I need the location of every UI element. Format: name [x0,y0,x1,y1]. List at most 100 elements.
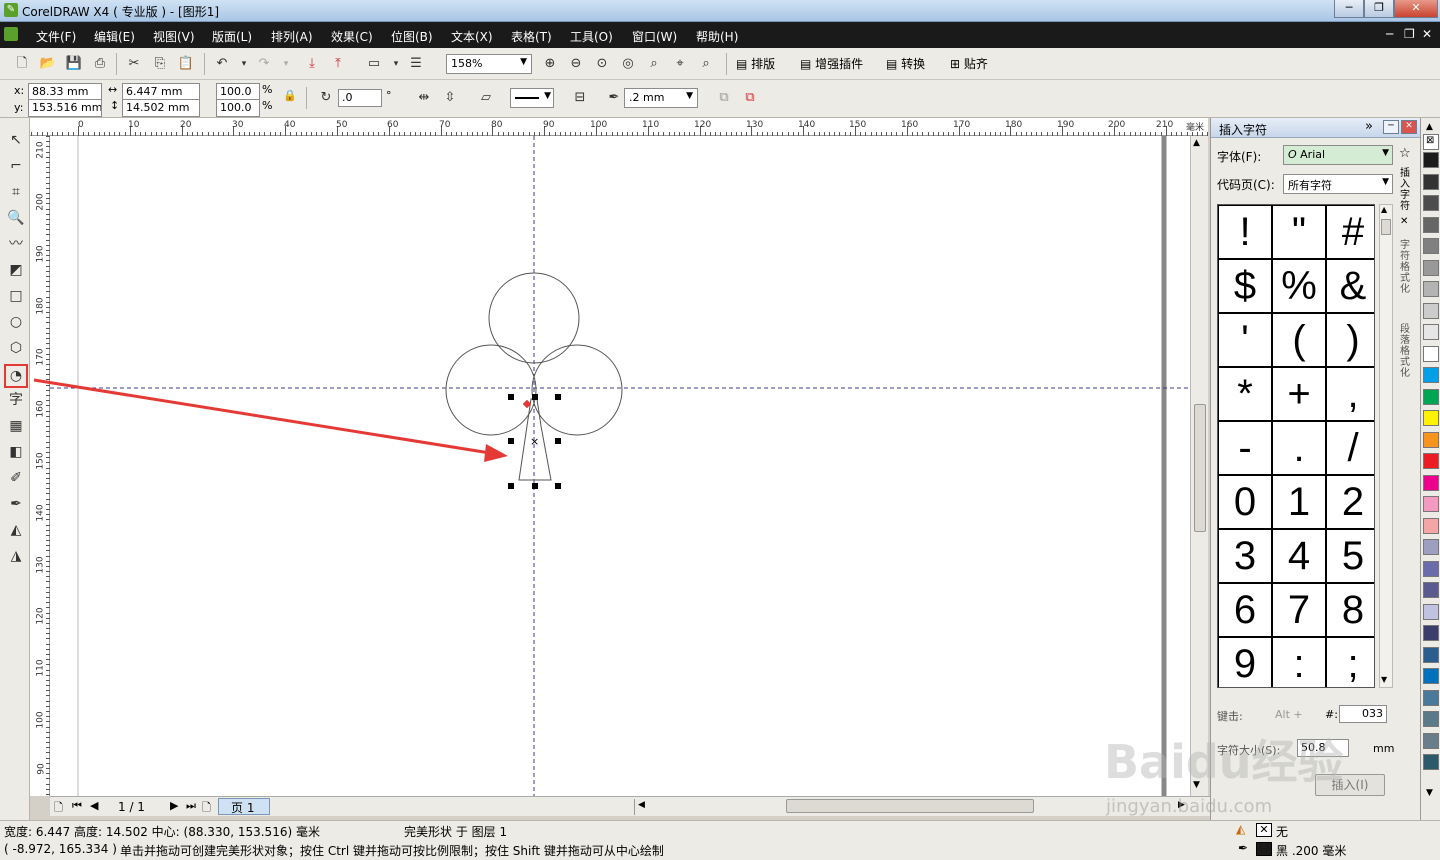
character-grid[interactable]: ! " # $ % & ' ( ) * + , - . / 0 1 2 3 4 … [1217,204,1375,688]
color-swatch[interactable] [1423,431,1439,448]
char-cell[interactable]: 5 [1326,529,1374,583]
char-cell[interactable]: 0 [1218,475,1272,529]
fill-tool-icon[interactable]: ◭ [6,520,26,540]
basic-shapes-tool-icon[interactable]: ◔ [4,364,28,388]
eyedropper-tool-icon[interactable]: ✐ [6,468,26,488]
import-icon[interactable]: ⤓ [302,54,322,74]
color-swatch[interactable] [1423,281,1439,297]
scrollbar-thumb[interactable] [1381,219,1391,235]
menu-window[interactable]: 窗口(W) [632,28,677,45]
doc-restore-icon[interactable]: ❐ [1404,27,1415,41]
char-cell[interactable]: - [1218,421,1272,475]
font-select[interactable]: O Arial ▼ [1283,145,1393,165]
menu-table[interactable]: 表格(T) [511,28,552,45]
char-cell[interactable]: 6 [1218,583,1272,637]
maximize-button[interactable]: ❐ [1364,0,1394,18]
plugin-button[interactable]: ▤ 增强插件 [800,55,863,72]
selection-handle[interactable] [555,438,561,444]
menu-layout[interactable]: 版面(L) [212,28,252,45]
char-cell[interactable]: ; [1326,637,1374,687]
new-icon[interactable]: 🗋 [12,54,32,74]
color-swatch[interactable] [1423,173,1439,190]
lock-ratio-icon[interactable]: 🔒 [280,86,300,106]
zoom-in-icon[interactable]: ⊕ [540,54,560,74]
color-swatch[interactable] [1423,238,1439,254]
rotate-icon[interactable]: ↻ [316,88,336,108]
last-page-icon[interactable]: ⏭ [186,799,196,813]
polygon-tool-icon[interactable]: ⬡ [6,338,26,358]
launcher-dropdown-icon[interactable]: ▾ [386,54,406,74]
close-button[interactable]: ✕ [1394,0,1438,18]
print-icon[interactable]: ⎙ [90,54,110,74]
undo-dropdown-icon[interactable]: ▾ [234,54,254,74]
mirror-vertical-icon[interactable]: ⇳ [440,88,460,108]
club-right-circle[interactable] [531,344,623,436]
horizontal-ruler[interactable]: 0 10 20 30 40 50 60 70 80 90 100 110 120… [30,118,1209,136]
char-cell[interactable]: / [1326,421,1374,475]
menu-effects[interactable]: 效果(C) [331,28,373,45]
height-field[interactable]: 14.502 mm [122,99,200,117]
color-swatch[interactable] [1423,345,1439,362]
color-swatch[interactable] [1423,324,1439,340]
color-swatch[interactable] [1423,367,1439,383]
char-cell[interactable]: 7 [1272,583,1326,637]
side-tab-char-format[interactable]: 字符格式化 [1400,240,1412,295]
palette-scroll-down-icon[interactable]: ▼ [1426,788,1433,798]
layout-button[interactable]: ▤ 排版 [736,55,775,72]
crop-tool-icon[interactable]: ⌗ [6,182,26,202]
char-cell[interactable]: 1 [1272,475,1326,529]
color-swatch[interactable] [1423,195,1439,211]
text-tool-icon[interactable]: 字 [6,390,26,410]
collapse-docker-icon[interactable]: » [1365,119,1373,134]
color-swatch[interactable] [1423,539,1439,555]
minimize-button[interactable]: ─ [1334,0,1364,18]
rotation-angle-field[interactable]: .0 [338,89,382,107]
first-page-icon[interactable]: ⏮ [72,799,82,813]
color-swatch[interactable] [1423,474,1439,491]
color-swatch[interactable] [1423,732,1439,749]
docker-close-icon[interactable]: ✕ [1401,120,1417,134]
paste-icon[interactable]: 📋 [176,54,196,74]
char-cell[interactable]: . [1272,421,1326,475]
to-back-icon[interactable]: ⧉ [740,88,760,108]
side-tab-insert-char[interactable]: 插入字符 [1400,168,1412,212]
scroll-up-icon[interactable]: ▲ [1381,205,1387,214]
scrollbar-thumb[interactable] [1194,404,1206,532]
app-launcher-icon[interactable]: ▭ [364,54,384,74]
docker-minimize-icon[interactable]: ─ [1383,120,1399,134]
menu-file[interactable]: 文件(F) [36,28,76,45]
freehand-tool-icon[interactable]: 〰 [6,234,26,254]
color-swatch[interactable] [1423,560,1439,577]
drawing-canvas[interactable]: × [50,136,1190,796]
menu-edit[interactable]: 编辑(E) [94,28,135,45]
char-cell[interactable]: ' [1218,313,1272,367]
char-cell[interactable]: 3 [1218,529,1272,583]
zoom-out-icon[interactable]: ⊖ [566,54,586,74]
undo-icon[interactable]: ↶ [212,54,232,74]
char-cell[interactable]: " [1272,205,1326,259]
text-wrap-icon[interactable]: ⊟ [570,88,590,108]
fill-none-swatch-icon[interactable]: ✕ [1256,823,1272,837]
scale-y-field[interactable]: 100.0 [216,99,260,117]
zoom-selected-icon[interactable]: ⊙ [592,54,612,74]
char-cell[interactable]: , [1326,367,1374,421]
interactive-blend-tool-icon[interactable]: ◧ [6,442,26,462]
char-cell[interactable]: ) [1326,313,1374,367]
color-swatch[interactable] [1423,259,1439,276]
menu-arrange[interactable]: 排列(A) [271,28,313,45]
scroll-up-icon[interactable]: ▲ [1193,138,1200,148]
menu-bitmaps[interactable]: 位图(B) [391,28,433,45]
color-swatch[interactable] [1423,302,1439,319]
add-page-icon[interactable]: 🗋 [202,799,211,818]
side-tab-para-format[interactable]: 段落格式化 [1400,324,1412,379]
interactive-fill-tool-icon[interactable]: ◮ [6,546,26,566]
color-swatch[interactable] [1423,216,1439,233]
zoom-height-icon[interactable]: ⌕ [696,54,716,74]
color-swatch[interactable] [1423,625,1439,641]
char-cell[interactable]: % [1272,259,1326,313]
color-swatch[interactable] [1423,711,1439,727]
snap-button[interactable]: ⊞ 贴齐 [950,55,988,72]
char-cell[interactable]: 9 [1218,637,1272,687]
pick-tool-icon[interactable]: ↖ [6,130,26,150]
char-code-field[interactable]: 033 [1339,705,1387,723]
